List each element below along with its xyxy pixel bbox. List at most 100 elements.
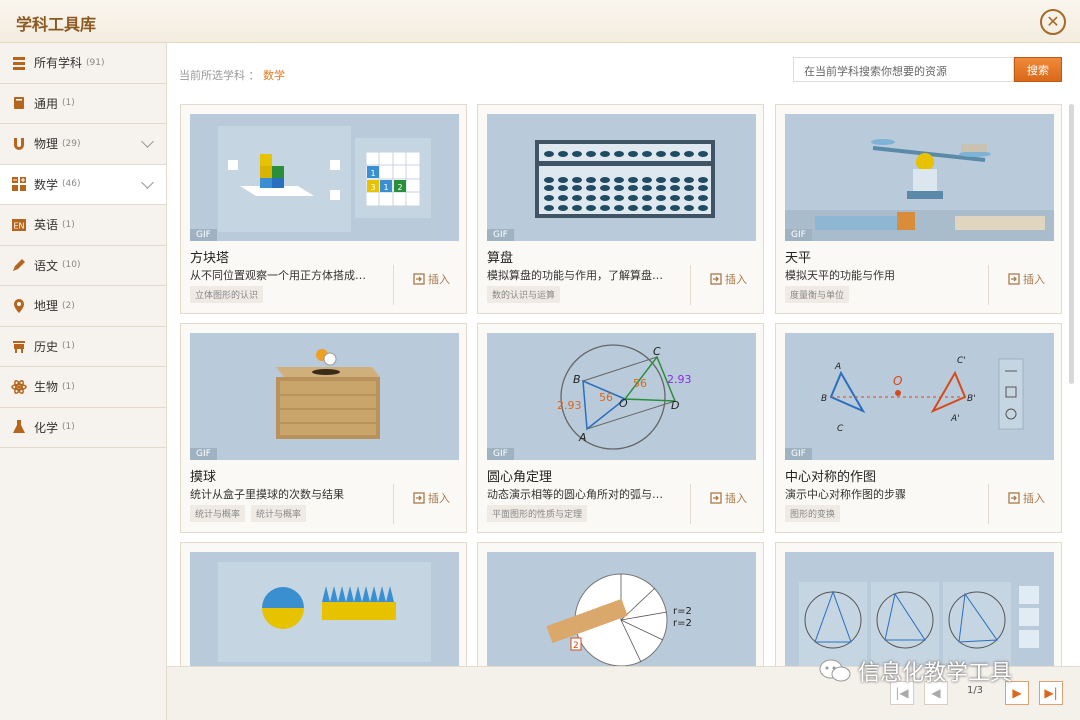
tool-tag[interactable]: 数的认识与运算	[487, 286, 561, 303]
svg-text:C: C	[837, 424, 844, 434]
insert-label: 插入	[725, 492, 747, 505]
divider	[393, 484, 394, 524]
sidebar-item-count: (29)	[62, 138, 81, 149]
watermark: 信息化教学工具	[818, 655, 1012, 687]
map-pin-icon	[10, 297, 28, 315]
insert-button[interactable]: 插入	[1008, 490, 1045, 506]
sidebar-item-label: 化学	[34, 420, 59, 435]
divider	[393, 265, 394, 305]
sidebar-item-biology[interactable]: 生物 (1)	[0, 367, 166, 408]
insert-button[interactable]: 插入	[710, 490, 747, 506]
tool-thumbnail[interactable]: 1 3 1 2 GIF	[190, 114, 459, 241]
chevron-down-icon[interactable]	[141, 135, 154, 148]
insert-icon	[710, 492, 722, 504]
insert-icon	[1008, 492, 1020, 504]
insert-button[interactable]: 插入	[710, 271, 747, 287]
svg-text:1: 1	[370, 169, 375, 178]
tool-card[interactable]	[775, 542, 1062, 666]
insert-button[interactable]: 插入	[413, 271, 450, 287]
tool-card[interactable]	[180, 542, 467, 666]
tool-thumbnail[interactable]: GIF	[487, 114, 756, 241]
insert-label: 插入	[428, 492, 450, 505]
tool-card[interactable]: GIF 摸球 统计从盒子里摸球的次数与结果 统计与概率 统计与概率 插入	[180, 323, 467, 533]
sidebar-item-physics[interactable]: 物理 (29)	[0, 124, 166, 165]
tool-tags: 立体图形的认识	[190, 286, 264, 303]
svg-text:3: 3	[370, 183, 375, 192]
sidebar-item-label: 所有学科	[34, 56, 83, 71]
sidebar-item-history[interactable]: 历史 (1)	[0, 327, 166, 367]
watermark-text: 信息化教学工具	[858, 661, 1013, 686]
tool-tags: 度量衡与单位	[785, 286, 850, 303]
tool-tag[interactable]: 度量衡与单位	[785, 286, 850, 303]
sidebar-item-general[interactable]: 通用 (1)	[0, 84, 166, 124]
sidebar-item-math[interactable]: 数学 (46)	[0, 164, 166, 205]
sidebar-item-chemistry[interactable]: 化学 (1)	[0, 408, 166, 448]
tool-thumbnail[interactable]: B A C D O 2.93 2.93 56 56 GIF	[487, 333, 756, 460]
sidebar-item-count: (1)	[62, 98, 75, 109]
divider	[690, 484, 691, 524]
insert-icon	[710, 273, 722, 285]
tool-tag[interactable]: 图形的变换	[785, 505, 841, 522]
insert-label: 插入	[1023, 492, 1045, 505]
sidebar-item-label: 生物	[34, 380, 59, 395]
tool-description: 统计从盒子里摸球的次数与结果	[190, 488, 344, 501]
sidebar-item-label: 物理	[34, 137, 59, 152]
insert-label: 插入	[1023, 273, 1045, 286]
breadcrumb-label: 当前所选学科 ：	[179, 69, 260, 82]
svg-text:C: C	[653, 345, 661, 358]
close-icon[interactable]: ✕	[1040, 9, 1066, 35]
tool-card[interactable]: O A B C C' B' A' GIF 中心对称的作图 演示中心对称作图的步骤…	[775, 323, 1062, 533]
svg-text:2.93: 2.93	[557, 399, 582, 412]
last-page-button[interactable]: ▶|	[1039, 681, 1063, 705]
svg-text:O: O	[893, 374, 902, 388]
tool-card[interactable]: GIF 算盘 模拟算盘的功能与作用，了解算盘… 数的认识与运算 插入	[477, 104, 764, 314]
sidebar-item-label: 数学	[34, 177, 59, 192]
gif-badge: GIF	[785, 229, 812, 241]
tool-thumbnail[interactable]: 2 r=2 r=2	[487, 552, 756, 666]
sidebar-item-label: 地理	[34, 299, 59, 314]
tool-tag[interactable]: 统计与概率	[251, 505, 307, 522]
sidebar-item-count: (46)	[62, 179, 81, 190]
tool-thumbnail[interactable]: GIF	[785, 114, 1054, 241]
sidebar-item-label: 语文	[34, 258, 59, 273]
tool-thumbnail[interactable]: GIF	[190, 333, 459, 460]
tool-thumbnail[interactable]	[190, 552, 459, 666]
divider	[988, 265, 989, 305]
svg-text:D: D	[671, 399, 679, 412]
tool-title: 天平	[785, 251, 812, 266]
stack-icon	[10, 54, 28, 72]
svg-text:56: 56	[599, 391, 613, 404]
tool-tag[interactable]: 平面图形的性质与定理	[487, 505, 588, 522]
search-input[interactable]: 在当前学科搜索你想要的资源	[793, 57, 1014, 82]
tool-card[interactable]: GIF 天平 模拟天平的功能与作用 度量衡与单位 插入	[775, 104, 1062, 314]
sidebar-item-count: (1)	[62, 219, 75, 230]
gif-badge: GIF	[190, 448, 217, 460]
sidebar-item-geography[interactable]: 地理 (2)	[0, 286, 166, 327]
tool-tag[interactable]: 立体图形的认识	[190, 286, 264, 303]
tool-tag[interactable]: 统计与概率	[190, 505, 246, 522]
chevron-down-icon[interactable]	[141, 175, 154, 189]
tool-description: 模拟天平的功能与作用	[785, 269, 895, 282]
tool-tags: 平面图形的性质与定理	[487, 505, 588, 522]
tool-grid: 1 3 1 2 GIF 方块塔 从不同位置观察一个用正方体搭成… 立体图形的认识…	[180, 104, 1062, 666]
page-indicator: 1/3	[966, 685, 984, 696]
insert-label: 插入	[428, 273, 450, 286]
sidebar-item-chinese[interactable]: 语文 (10)	[0, 246, 166, 286]
svg-text:r=2: r=2	[673, 606, 692, 617]
tool-thumbnail[interactable]	[785, 552, 1054, 666]
sidebar-item-english[interactable]: EN 英语 (1)	[0, 205, 166, 246]
sidebar-item-all[interactable]: 所有学科 (91)	[0, 43, 166, 84]
tool-title: 方块塔	[190, 251, 230, 266]
search-button[interactable]: 搜索	[1014, 57, 1062, 82]
svg-text:r=2: r=2	[673, 618, 692, 629]
tool-thumbnail[interactable]: O A B C C' B' A' GIF	[785, 333, 1054, 460]
scrollbar[interactable]	[1069, 104, 1074, 384]
svg-text:B': B'	[967, 394, 976, 404]
insert-button[interactable]: 插入	[413, 490, 450, 506]
tool-card[interactable]: 1 3 1 2 GIF 方块塔 从不同位置观察一个用正方体搭成… 立体图形的认识…	[180, 104, 467, 314]
sidebar-item-count: (10)	[62, 260, 81, 271]
tool-title: 中心对称的作图	[785, 470, 877, 485]
tool-card[interactable]: 2 r=2 r=2	[477, 542, 764, 666]
tool-card[interactable]: B A C D O 2.93 2.93 56 56 GIF 圆心角定理 动态演示…	[477, 323, 764, 533]
insert-button[interactable]: 插入	[1008, 271, 1045, 287]
